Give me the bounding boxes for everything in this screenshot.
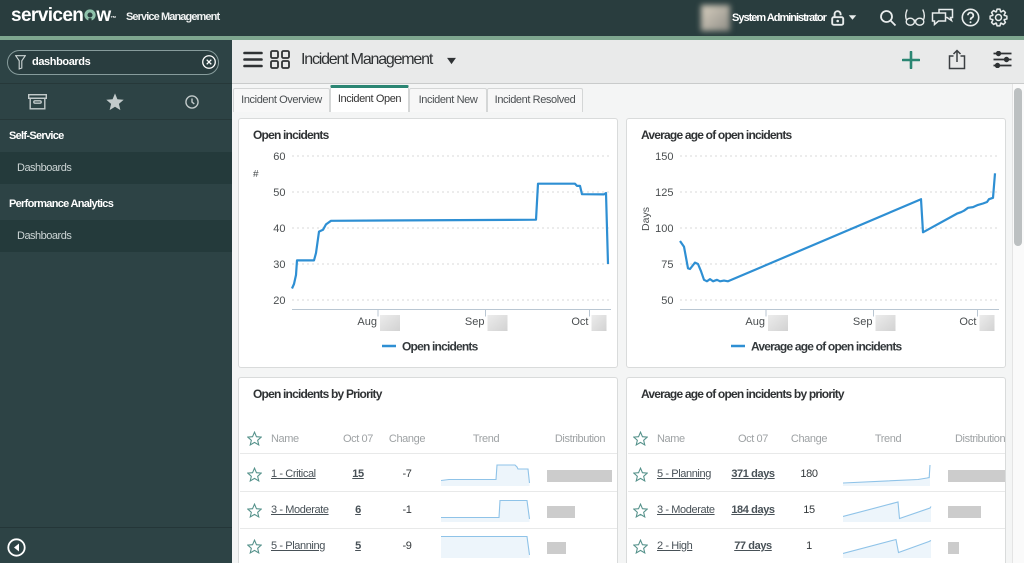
svg-text:Sep: Sep — [465, 316, 485, 328]
svg-text:Aug: Aug — [357, 316, 377, 328]
svg-text:#: # — [253, 169, 259, 180]
svg-text:125: 125 — [655, 187, 673, 199]
svg-text:150: 150 — [655, 151, 673, 163]
svg-text:Days: Days — [640, 207, 652, 231]
svg-text:60: 60 — [273, 151, 285, 163]
svg-text:50: 50 — [273, 187, 285, 199]
svg-text:Average age of open incidents: Average age of open incidents — [751, 340, 903, 354]
svg-text:50: 50 — [661, 295, 673, 307]
svg-text:Aug: Aug — [745, 316, 765, 328]
svg-text:Oct: Oct — [959, 316, 976, 328]
svg-text:40: 40 — [273, 223, 285, 235]
svg-text:20: 20 — [273, 295, 285, 307]
svg-text:75: 75 — [661, 259, 673, 271]
svg-text:Open incidents: Open incidents — [402, 340, 479, 354]
svg-text:100: 100 — [655, 223, 673, 235]
svg-text:Oct: Oct — [571, 316, 588, 328]
svg-text:Sep: Sep — [853, 316, 873, 328]
svg-text:30: 30 — [273, 259, 285, 271]
